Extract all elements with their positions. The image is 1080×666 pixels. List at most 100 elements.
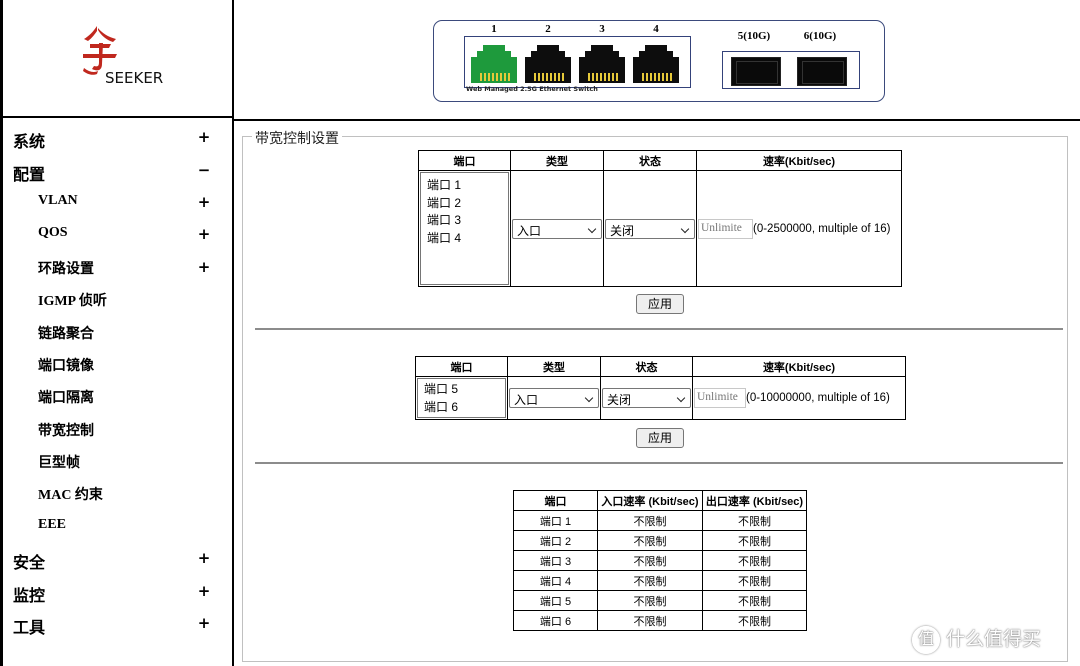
expand-icon[interactable]: + xyxy=(196,582,212,600)
col-header-type: 类型 xyxy=(510,150,604,171)
collapse-icon[interactable]: − xyxy=(196,161,212,179)
listbox-option[interactable]: 端口 3 xyxy=(427,212,502,230)
type-select-value: 入口 xyxy=(514,393,539,407)
sidebar-item-label: 链路聚合 xyxy=(38,327,94,342)
col-header-rate: 速率(Kbit/sec) xyxy=(696,150,902,171)
port-listbox-2-5g[interactable]: 端口 1 端口 2 端口 3 端口 4 xyxy=(420,172,509,285)
expand-icon[interactable]: + xyxy=(196,549,212,567)
brand-logo: SEEKER xyxy=(75,24,175,92)
section-title: 带宽控制设置 xyxy=(252,128,342,148)
sidebar-item-label: 巨型帧 xyxy=(38,456,80,471)
listbox-option[interactable]: 端口 2 xyxy=(427,195,502,213)
expand-icon[interactable]: + xyxy=(196,225,212,243)
sfp-port-5-label: 5(10G) xyxy=(737,30,771,42)
table-row: 端口 2 不限制 不限制 xyxy=(513,530,807,551)
col-header-rate: 速率(Kbit/sec) xyxy=(692,356,906,377)
sidebar-item-label: EEE xyxy=(38,517,67,532)
rate-range-hint: (0-10000000, multiple of 16) xyxy=(746,392,890,404)
state-cell: 关闭 xyxy=(600,376,693,420)
sidebar-item[interactable]: 端口镜像 xyxy=(3,351,232,377)
status-cell-egress: 不限制 xyxy=(702,530,807,551)
status-cell-ingress: 不限制 xyxy=(597,610,703,631)
port-listbox-10g[interactable]: 端口 5 端口 6 xyxy=(417,378,506,418)
sidebar-item-label: VLAN xyxy=(38,193,78,208)
expand-icon[interactable]: + xyxy=(196,193,212,211)
sidebar-item-label: 监控 xyxy=(13,588,46,605)
sidebar-item[interactable]: EEE xyxy=(3,513,232,539)
apply-button-10g[interactable]: 应用 xyxy=(636,428,684,448)
sfp-port-6-icon[interactable] xyxy=(797,57,847,86)
sidebar-item[interactable]: MAC 约束 xyxy=(3,480,232,506)
sidebar-item-label: MAC 约束 xyxy=(38,488,103,503)
sidebar-item[interactable]: 配置 − xyxy=(3,157,232,184)
state-select-value: 关闭 xyxy=(610,223,635,238)
port-listbox-cell: 端口 5 端口 6 xyxy=(415,376,508,420)
status-cell-port: 端口 4 xyxy=(513,570,598,591)
state-select-2-5g[interactable]: 关闭 xyxy=(605,218,695,239)
status-cell-ingress: 不限制 xyxy=(597,510,703,531)
rj45-port-3-icon[interactable] xyxy=(579,45,625,83)
type-select-2-5g[interactable]: 入口 xyxy=(512,218,602,239)
nav-divider xyxy=(3,116,232,118)
rate-cell: Unlimite (0-10000000, multiple of 16) xyxy=(692,376,906,420)
expand-icon[interactable]: + xyxy=(196,128,212,146)
watermark-badge: 值 xyxy=(912,625,940,654)
sidebar-item[interactable]: 系统 + xyxy=(3,124,232,151)
brand-name: SEEKER xyxy=(105,69,164,87)
chevron-down-icon xyxy=(587,224,597,233)
apply-button-2-5g[interactable]: 应用 xyxy=(636,294,684,314)
listbox-option[interactable]: 端口 5 xyxy=(424,381,499,399)
col-header-port: 端口 xyxy=(415,356,508,377)
status-cell-egress: 不限制 xyxy=(702,590,807,611)
rate-input-2-5g[interactable]: Unlimite xyxy=(698,218,753,239)
status-cell-egress: 不限制 xyxy=(702,510,807,531)
sidebar-item-label: 配置 xyxy=(13,167,46,184)
sfp-port-5-icon[interactable] xyxy=(731,57,781,86)
status-cell-port: 端口 2 xyxy=(513,530,598,551)
port-number-3: 3 xyxy=(599,23,605,35)
rate-cell: Unlimite (0-2500000, multiple of 16) xyxy=(696,170,902,287)
switch-panel: 1 2 3 4 Web Managed 2.5G Ethernet Switch xyxy=(433,20,885,102)
rj45-port-1-active-icon[interactable] xyxy=(471,45,517,83)
expand-icon[interactable]: + xyxy=(196,258,212,276)
status-cell-egress: 不限制 xyxy=(702,550,807,571)
main-content: 带宽控制设置 端口 类型 状态 速率(Kbit/sec) 端口 1 端口 2 端… xyxy=(234,121,1080,666)
sidebar-item[interactable]: QOS + xyxy=(3,221,232,247)
col-header-state: 状态 xyxy=(603,150,697,171)
header: 1 2 3 4 Web Managed 2.5G Ethernet Switch xyxy=(234,0,1080,121)
col-header-state: 状态 xyxy=(600,356,693,377)
sidebar-item[interactable]: 端口隔离 xyxy=(3,383,232,409)
sidebar-item[interactable]: 带宽控制 xyxy=(3,416,232,442)
sidebar-item[interactable]: 巨型帧 xyxy=(3,448,232,474)
bandwidth-form-10g: 端口 类型 状态 速率(Kbit/sec) 端口 5 端口 6 入口 关闭 Un… xyxy=(415,356,906,420)
rj45-port-2-icon[interactable] xyxy=(525,45,571,83)
sidebar-item[interactable]: IGMP 侦听 xyxy=(3,286,232,312)
port-number-1: 1 xyxy=(491,23,497,35)
type-cell: 入口 xyxy=(510,170,604,287)
status-header-egress: 出口速率 (Kbit/sec) xyxy=(702,490,807,511)
type-select-10g[interactable]: 入口 xyxy=(509,388,599,408)
rj45-port-4-icon[interactable] xyxy=(633,45,679,83)
sidebar-item[interactable]: 环路设置 + xyxy=(3,254,232,280)
sidebar-item-label: 工具 xyxy=(13,620,46,637)
sidebar-item-label: IGMP 侦听 xyxy=(38,294,107,309)
sidebar-item[interactable]: 监控 + xyxy=(3,578,232,605)
listbox-option[interactable]: 端口 1 xyxy=(427,177,502,195)
expand-icon[interactable]: + xyxy=(196,614,212,632)
sidebar-item[interactable]: 工具 + xyxy=(3,610,232,637)
table-row: 端口 3 不限制 不限制 xyxy=(513,550,807,571)
port-number-4: 4 xyxy=(653,23,659,35)
status-cell-ingress: 不限制 xyxy=(597,570,703,591)
rate-input-10g[interactable]: Unlimite xyxy=(694,388,746,408)
bandwidth-status-table: 端口 入口速率 (Kbit/sec) 出口速率 (Kbit/sec) 端口 1不… xyxy=(513,490,807,631)
status-header-port: 端口 xyxy=(513,490,598,511)
sidebar-item[interactable]: VLAN + xyxy=(3,189,232,215)
table-row: 端口 4 不限制 不限制 xyxy=(513,570,807,591)
listbox-option[interactable]: 端口 4 xyxy=(427,230,502,248)
listbox-option[interactable]: 端口 6 xyxy=(424,399,499,417)
chevron-down-icon xyxy=(676,393,686,403)
sidebar-item[interactable]: 安全 + xyxy=(3,545,232,572)
state-select-10g[interactable]: 关闭 xyxy=(602,388,691,408)
sfp-port-6-label: 6(10G) xyxy=(803,30,837,42)
sidebar-item[interactable]: 链路聚合 xyxy=(3,319,232,345)
